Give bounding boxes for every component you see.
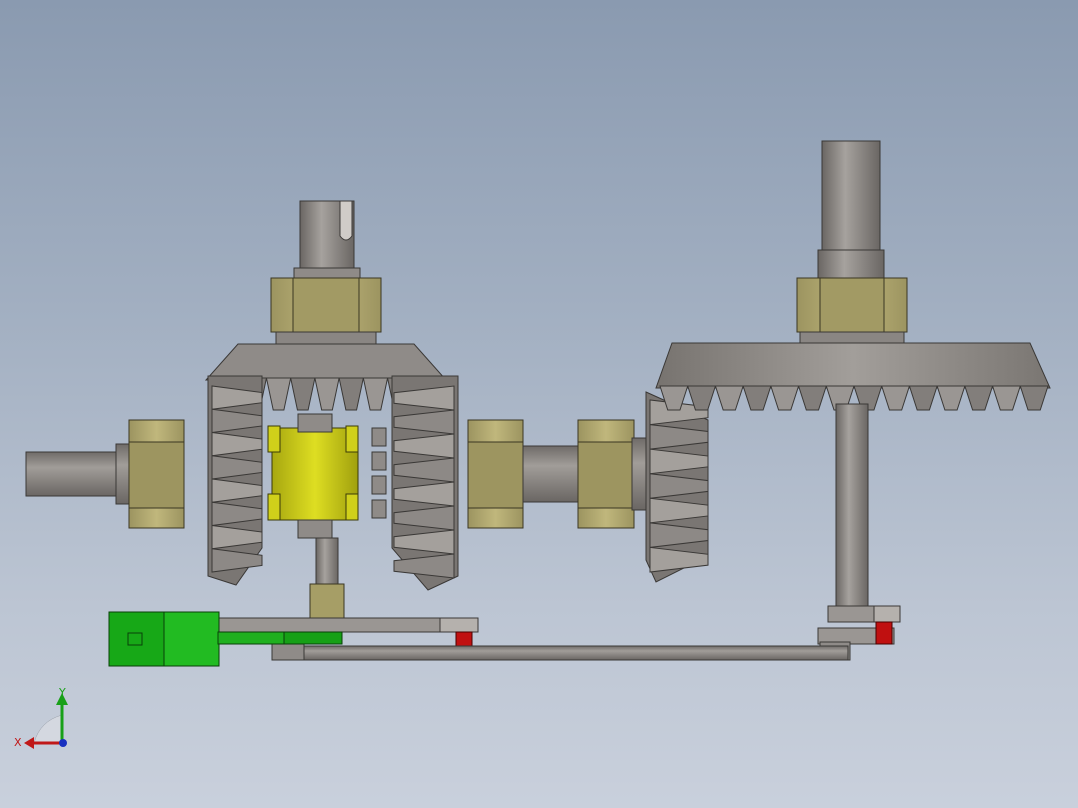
gear-tooth (770, 385, 800, 411)
spacer-washer-right (799, 331, 905, 345)
hex-nut-pinion[interactable] (577, 419, 635, 529)
gear-tooth (714, 385, 744, 411)
x-axis-label: X (14, 736, 22, 749)
gear-tooth (290, 377, 316, 411)
gear-tooth (338, 377, 364, 411)
gear-tooth (881, 385, 911, 411)
gear-tooth (362, 377, 389, 411)
linkage-rod[interactable] (271, 641, 849, 661)
graphics-viewport[interactable]: Y X (0, 0, 1078, 808)
vertical-shaft-right[interactable] (835, 403, 869, 611)
gear-tooth (314, 377, 340, 411)
differential-cage[interactable] (267, 413, 359, 539)
y-axis-label: Y (58, 686, 66, 699)
x-axis-arrowhead (24, 737, 34, 749)
gear-tooth (265, 377, 292, 411)
gear-tooth (797, 385, 827, 411)
cage-stem[interactable] (309, 537, 345, 619)
top-shaft-left[interactable] (293, 200, 361, 281)
lever-arm[interactable] (217, 617, 479, 633)
gear-tooth (1019, 385, 1049, 411)
gear-tooth (908, 385, 938, 411)
output-shaft[interactable] (522, 445, 582, 503)
hex-nut-middle[interactable] (467, 419, 524, 529)
triad-plane (33, 714, 63, 744)
coordinate-triad: Y X (14, 686, 68, 749)
hex-nut-top-left[interactable] (270, 277, 382, 333)
vertical-shaft-right-top[interactable] (817, 140, 885, 281)
gear-tooth (991, 385, 1021, 411)
spider-gear[interactable] (371, 427, 387, 519)
input-shaft[interactable] (25, 443, 137, 505)
gear-tooth (936, 385, 966, 411)
hex-nut-top-right[interactable] (796, 277, 908, 333)
assembly-model[interactable] (0, 0, 1078, 808)
bevel-pinion[interactable] (645, 391, 709, 583)
hex-nut-left[interactable] (128, 419, 185, 529)
gear-tooth (964, 385, 994, 411)
spacer-washer (275, 331, 377, 345)
stop-block-right[interactable] (875, 621, 893, 645)
z-axis-dot (59, 739, 67, 747)
crown-bevel-gear[interactable] (655, 342, 1051, 411)
right-side-bevel-gear[interactable] (391, 375, 459, 591)
left-side-bevel-gear[interactable] (207, 375, 263, 586)
gear-tooth (742, 385, 772, 411)
